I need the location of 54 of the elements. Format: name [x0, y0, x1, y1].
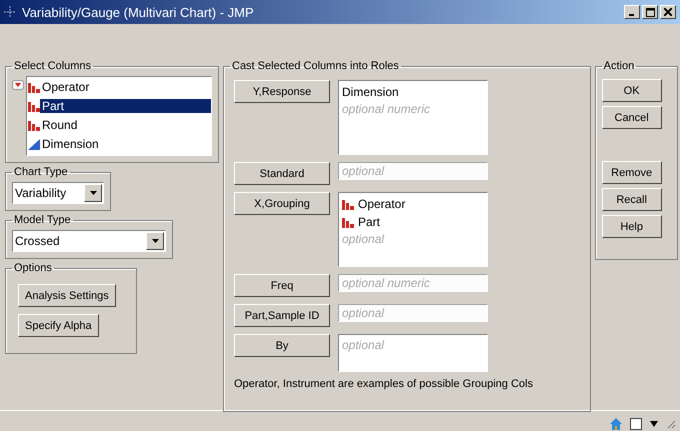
role-item[interactable]: Part — [342, 213, 484, 231]
ramp-icon — [28, 138, 40, 150]
group-label: Select Columns — [13, 60, 92, 72]
action-button[interactable]: Cancel — [602, 106, 662, 129]
window-title: Variability/Gauge (Multivari Chart) - JMP — [22, 4, 255, 20]
minimize-button[interactable] — [624, 5, 640, 19]
hint-text: Operator, Instrument are examples of possible Grouping Cols — [233, 378, 534, 390]
resize-grip-icon[interactable] — [666, 419, 676, 429]
role-field[interactable]: optional — [338, 162, 488, 180]
action-button[interactable]: Recall — [602, 188, 662, 211]
dropdown-arrow-icon[interactable] — [650, 421, 658, 427]
placeholder-text: optional — [342, 232, 386, 246]
option-button[interactable]: Specify Alpha — [18, 314, 99, 337]
group-label: Model Type — [13, 214, 72, 226]
model-type-dropdown[interactable]: Crossed — [12, 230, 166, 252]
close-button[interactable] — [660, 5, 676, 19]
role-button[interactable]: By — [234, 334, 330, 357]
role-button[interactable]: Standard — [234, 162, 330, 185]
column-item[interactable]: Dimension — [27, 134, 211, 153]
close-icon — [664, 8, 672, 16]
bar-chart-icon — [28, 118, 40, 130]
action-button[interactable]: Remove — [602, 161, 662, 184]
chart-type-dropdown[interactable]: Variability — [12, 182, 104, 204]
role-field[interactable]: optional numeric — [338, 274, 488, 292]
column-item[interactable]: Round — [27, 115, 211, 134]
maximize-icon — [646, 8, 654, 16]
role-list[interactable]: Dimension optional numeric — [338, 80, 488, 155]
bar-chart-icon — [28, 80, 40, 92]
role-button[interactable]: Freq — [234, 274, 330, 297]
maximize-button[interactable] — [642, 5, 658, 19]
role-list[interactable]: Operator Part optional — [338, 192, 488, 267]
group-label: Chart Type — [13, 166, 69, 178]
column-item[interactable]: Operator — [27, 77, 211, 96]
group-label: Action — [602, 60, 636, 72]
placeholder-text: optional — [342, 338, 386, 352]
bar-chart-icon — [28, 100, 40, 112]
role-button[interactable]: X,Grouping — [234, 192, 330, 215]
role-field[interactable]: optional — [338, 304, 488, 322]
role-item[interactable]: Dimension — [342, 83, 484, 101]
group-label: Cast Selected Columns into Roles — [231, 60, 400, 72]
bar-chart-icon — [342, 216, 354, 228]
group-label: Options — [13, 262, 53, 274]
role-button[interactable]: Y,Response — [234, 80, 330, 103]
role-item[interactable]: Operator — [342, 195, 484, 213]
action-button[interactable]: OK — [602, 79, 662, 102]
window-icon[interactable] — [630, 418, 642, 430]
bar-chart-icon — [342, 198, 354, 210]
option-button[interactable]: Analysis Settings — [18, 284, 116, 307]
column-list[interactable]: Operator Part Round Dimension — [26, 76, 212, 156]
disclosure-icon[interactable] — [12, 80, 24, 90]
role-button[interactable]: Part,Sample ID — [234, 304, 330, 327]
action-button[interactable]: Help — [602, 215, 662, 238]
app-icon — [4, 6, 16, 18]
placeholder-text: optional numeric — [342, 102, 432, 116]
